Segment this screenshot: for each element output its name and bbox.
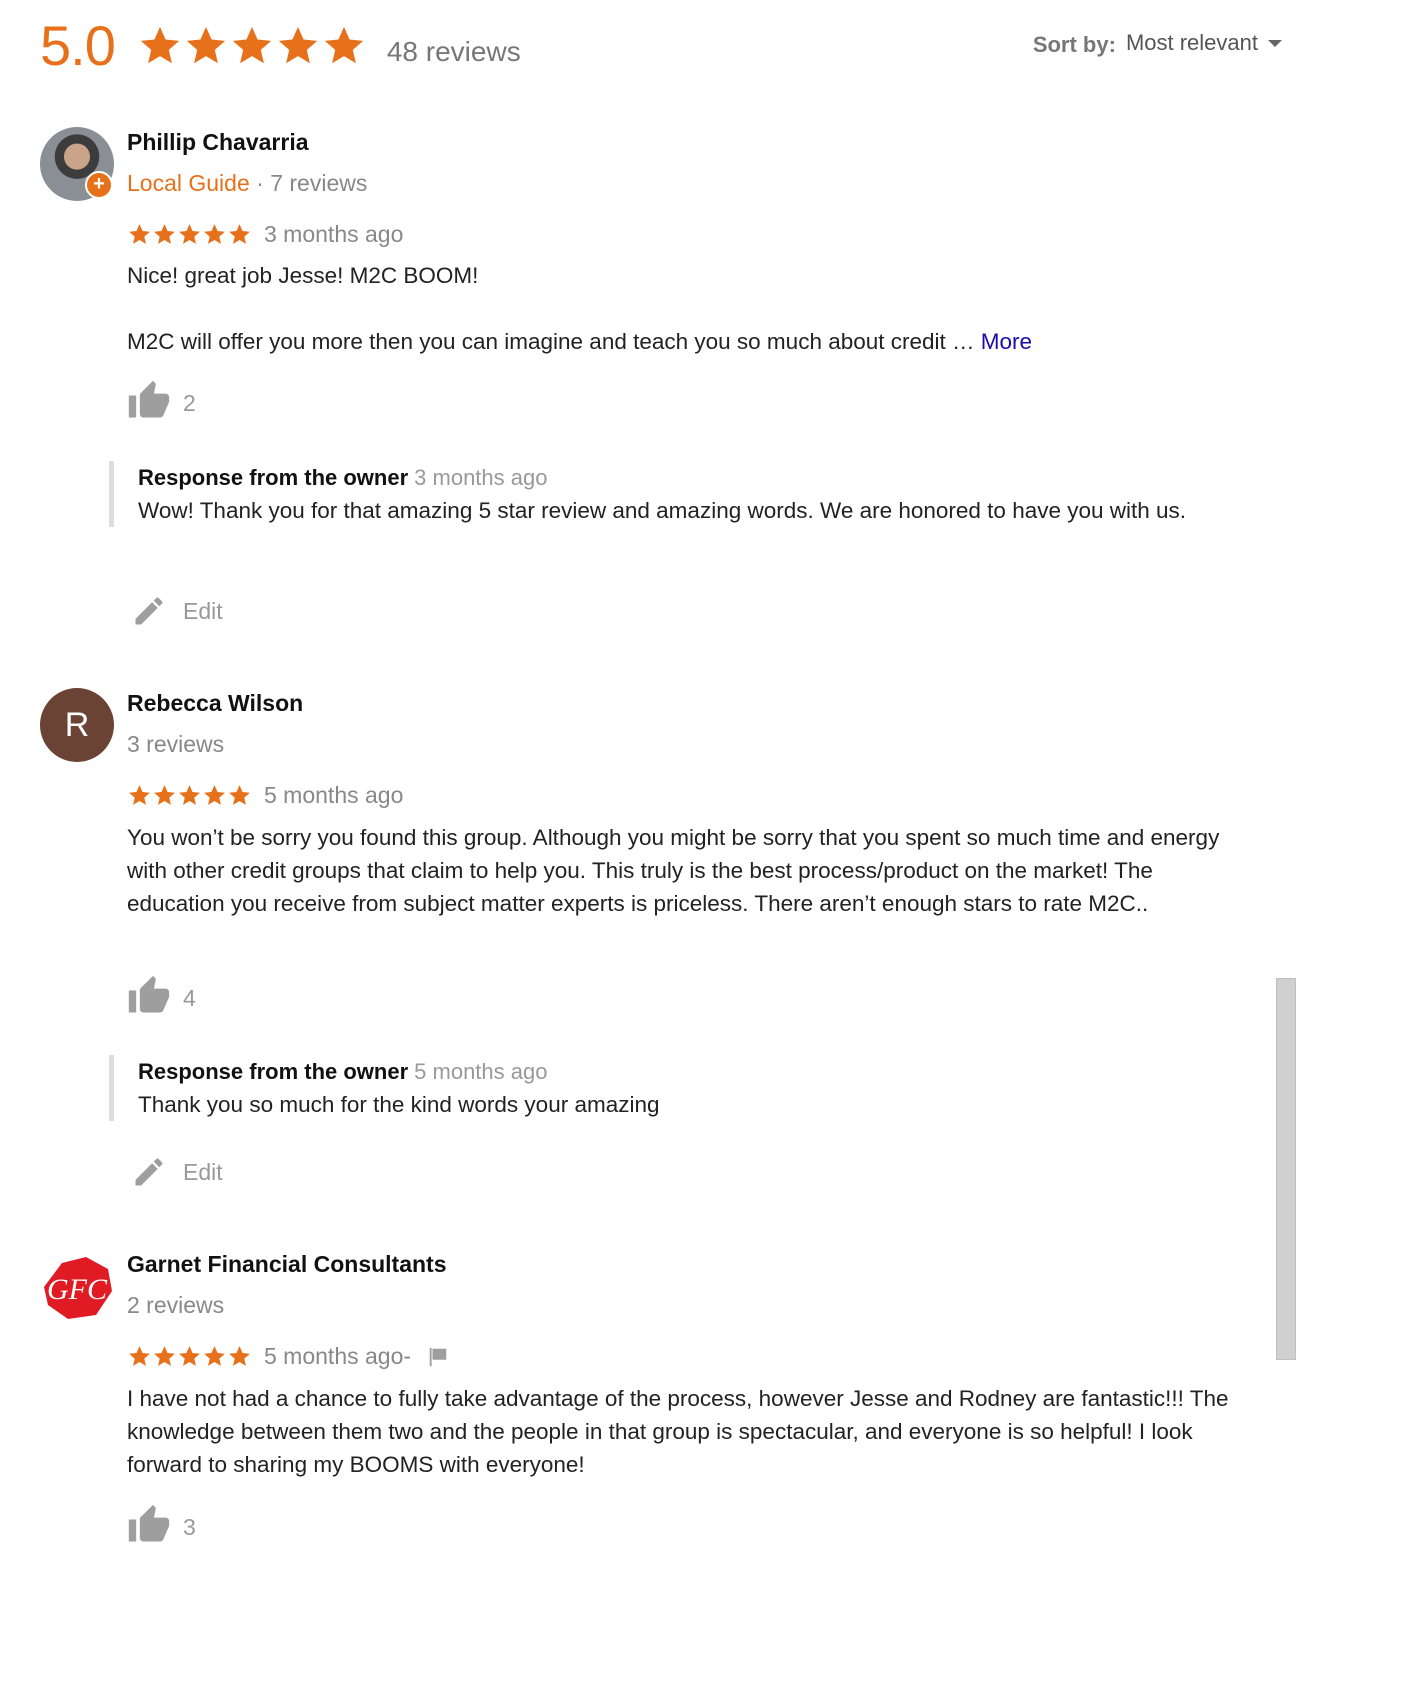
thumbs-up-icon[interactable] — [127, 974, 171, 1018]
reviewer-meta: Local Guide · 7 reviews — [127, 170, 367, 197]
review-time: 5 months ago — [264, 782, 404, 808]
thumbs-up-icon[interactable] — [127, 1503, 171, 1547]
reviewer-name[interactable]: Garnet Financial Consultants — [127, 1251, 447, 1278]
reviewer-review-count[interactable]: 7 reviews — [270, 170, 367, 196]
flag-icon[interactable] — [427, 1346, 449, 1368]
star-icon — [321, 23, 367, 69]
star-icon — [177, 222, 202, 247]
average-rating-stars — [137, 23, 367, 69]
local-guide-label[interactable]: Local Guide — [127, 170, 250, 196]
owner-response-text: Thank you so much for the kind words you… — [138, 1092, 660, 1117]
scrollbar-thumb[interactable] — [1276, 978, 1296, 1360]
like-count: 4 — [183, 984, 196, 1011]
star-icon — [127, 783, 152, 808]
reviewer-name[interactable]: Phillip Chavarria — [127, 129, 309, 156]
reviewer-name[interactable]: Rebecca Wilson — [127, 690, 303, 717]
star-icon — [202, 783, 227, 808]
review-item: GFC Garnet Financial Consultants 2 revie… — [0, 1247, 1290, 1567]
owner-response-label: Response from the owner — [138, 465, 409, 490]
review-text: You won’t be sorry you found this group.… — [127, 825, 1220, 916]
more-link[interactable]: More — [981, 329, 1032, 354]
star-icon — [227, 222, 252, 247]
star-icon — [202, 1344, 227, 1369]
time-separator: - — [403, 1343, 412, 1369]
meta-separator: · — [249, 170, 271, 196]
star-icon — [177, 1344, 202, 1369]
star-icon — [202, 222, 227, 247]
reviewer-review-count[interactable]: 2 reviews — [127, 1292, 224, 1319]
review-rating: 5 months ago — [127, 782, 403, 809]
owner-response-label: Response from the owner — [138, 1059, 409, 1084]
edit-button[interactable]: Edit — [131, 593, 223, 629]
pencil-icon[interactable] — [131, 593, 167, 629]
like-count: 3 — [183, 1513, 196, 1540]
star-icon — [177, 783, 202, 808]
local-guide-badge-icon: + — [85, 171, 113, 199]
like-button[interactable]: 2 — [127, 379, 196, 423]
review-time: 5 months ago — [264, 1343, 404, 1369]
reviewer-review-count[interactable]: 3 reviews — [127, 731, 224, 758]
star-icon — [137, 23, 183, 69]
owner-response-time: 3 months ago — [414, 465, 548, 490]
star-icon — [127, 222, 152, 247]
owner-response: Response from the owner 5 months ago Than… — [109, 1055, 1238, 1121]
review-text-line: Nice! great job Jesse! M2C BOOM! — [127, 263, 479, 288]
avatar-letter: R — [64, 705, 90, 744]
edit-label[interactable]: Edit — [183, 1159, 223, 1186]
review-rating: 3 months ago — [127, 221, 403, 248]
star-icon — [275, 23, 321, 69]
review-text-line: M2C will offer you more then you can ima… — [127, 329, 981, 354]
pencil-icon[interactable] — [131, 1154, 167, 1190]
avatar[interactable]: R — [40, 688, 114, 762]
star-icon — [227, 1344, 252, 1369]
sort-value[interactable]: Most relevant — [1126, 30, 1258, 56]
star-icon — [152, 1344, 177, 1369]
star-icon — [127, 1344, 152, 1369]
star-icon — [183, 23, 229, 69]
owner-response-text: Wow! Thank you for that amazing 5 star r… — [138, 498, 1187, 523]
review-text: Nice! great job Jesse! M2C BOOM! M2C wil… — [127, 259, 1247, 358]
caret-down-icon[interactable] — [1268, 39, 1282, 47]
average-rating: 5.0 — [40, 14, 116, 77]
review-time: 3 months ago — [264, 221, 404, 247]
rating-summary: 5.0 48 reviews — [40, 14, 521, 78]
owner-response: Response from the owner 3 months ago Wow!… — [109, 461, 1238, 527]
total-review-count: 48 reviews — [386, 36, 521, 67]
company-logo-text: GFC — [47, 1273, 108, 1306]
thumbs-up-icon[interactable] — [127, 379, 171, 423]
star-icon — [152, 222, 177, 247]
like-button[interactable]: 4 — [127, 974, 196, 1018]
review-rating: 5 months ago - — [127, 1343, 449, 1370]
avatar[interactable]: GFC — [40, 1249, 114, 1323]
review-item: R Rebecca Wilson 3 reviews 5 months ago … — [0, 686, 1290, 1206]
like-button[interactable]: 3 — [127, 1503, 196, 1547]
sort-label: Sort by: — [1032, 32, 1116, 57]
review-text: I have not had a chance to fully take ad… — [127, 1386, 1229, 1477]
like-count: 2 — [183, 389, 196, 416]
star-icon — [229, 23, 275, 69]
review-item: + Phillip Chavarria Local Guide · 7 revi… — [0, 125, 1290, 645]
edit-label[interactable]: Edit — [183, 598, 223, 625]
company-logo-icon: GFC — [44, 1257, 112, 1319]
star-icon — [152, 783, 177, 808]
edit-button[interactable]: Edit — [131, 1154, 223, 1190]
owner-response-time: 5 months ago — [414, 1059, 548, 1084]
star-icon — [227, 783, 252, 808]
sort-dropdown[interactable]: Sort by: Most relevant — [1033, 28, 1282, 58]
